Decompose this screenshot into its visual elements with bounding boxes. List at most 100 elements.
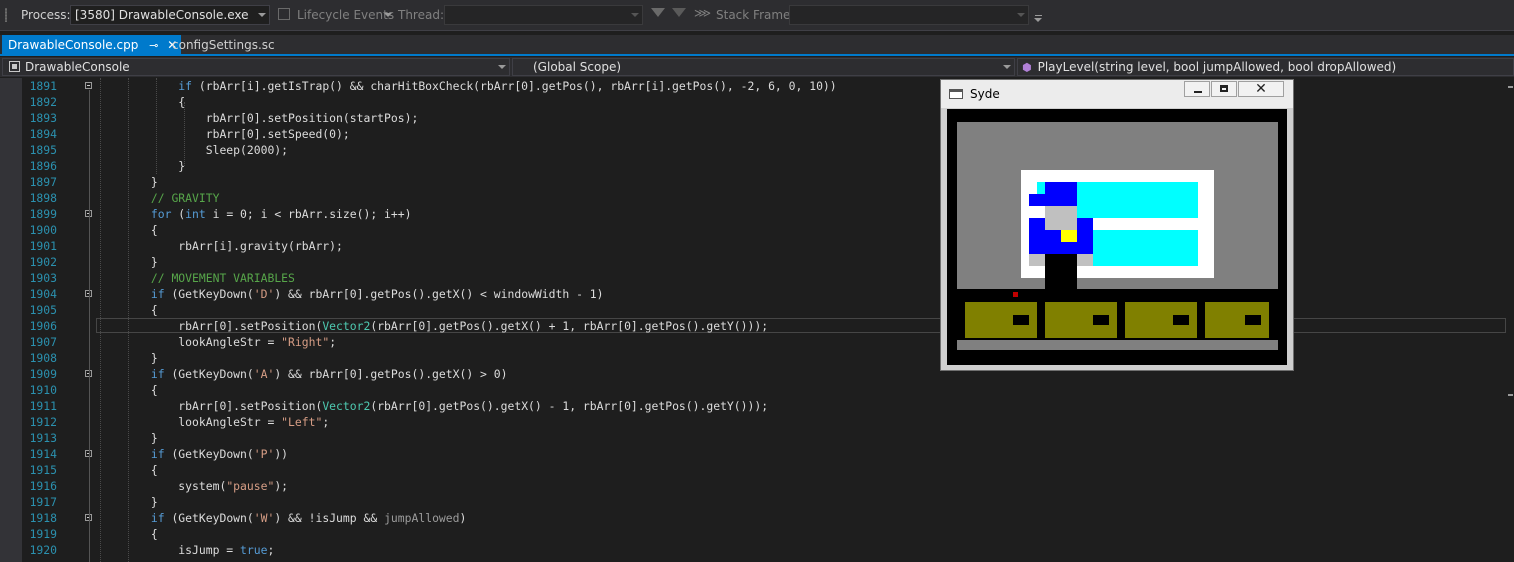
code-text: if (GetKeyDown('A') && rbArr[0].getPos()… [96,366,508,382]
code-text: } [96,254,158,270]
code-token: if [150,367,165,381]
code-text: system("pause"); [96,478,288,494]
code-token: } [96,159,186,173]
code-line[interactable]: 1916 system("pause"); [0,478,1506,494]
code-text: { [96,526,158,542]
indent-guide [100,78,101,562]
game-canvas[interactable] [947,109,1287,365]
project-dropdown[interactable]: DrawableConsole [2,58,510,76]
debug-toolbar: Process: [3580] DrawableConsole.exe Life… [0,0,1514,31]
code-token: } [96,175,158,189]
game-floor [957,340,1278,350]
code-token: { [96,223,158,237]
code-token: )) [274,447,289,461]
code-token: Vector2 [322,399,371,413]
code-line[interactable]: 1918 if (GetKeyDown('W') && !isJump && j… [0,510,1506,526]
code-token: 'W' [253,511,275,525]
indent-guide [128,78,129,562]
line-number: 1920 [29,543,57,557]
filter-icon[interactable] [651,8,665,17]
code-line[interactable]: 1912 lookAngleStr = "Left"; [0,414,1506,430]
project-value: DrawableConsole [25,60,130,74]
lifecycle-events-button[interactable]: Lifecycle Events [297,8,394,22]
code-line[interactable]: 1910 { [0,382,1506,398]
code-text: { [96,222,158,238]
line-number: 1914 [29,447,57,461]
line-number: 1894 [29,127,57,141]
tab-drawableconsole-cpp[interactable]: DrawableConsole.cpp ⊸ ✕ [2,35,182,56]
code-text: } [96,430,158,446]
line-number: 1918 [29,511,57,525]
project-icon [9,61,20,72]
toolbar-grip[interactable] [5,8,7,22]
process-dropdown[interactable]: [3580] DrawableConsole.exe [70,5,270,25]
thread-dropdown[interactable] [444,5,643,25]
code-line[interactable]: 1917 } [0,494,1506,510]
flag-threads-icon[interactable]: ⋙ [694,6,711,20]
code-line[interactable]: 1919 { [0,526,1506,542]
console-window[interactable]: Syde ✕ [940,79,1294,371]
close-button[interactable]: ✕ [1238,81,1284,97]
code-text: rbArr[0].setSpeed(0); [96,126,350,142]
code-text: } [96,350,158,366]
code-token: } [96,431,158,445]
maximize-button[interactable] [1211,81,1237,97]
code-text: rbArr[i].gravity(rbArr); [96,238,343,254]
code-text: { [96,462,158,478]
player-hat-highlight [1037,182,1045,194]
code-line[interactable]: 1911 rbArr[0].setPosition(Vector2(rbArr[… [0,398,1506,414]
chevron-down-icon[interactable] [384,13,392,17]
code-token: lookAngleStr = [96,415,282,429]
line-number: 1907 [29,335,57,349]
line-number: 1910 [29,383,57,397]
lifecycle-events-icon [278,8,290,20]
chevron-down-icon [258,13,266,17]
code-token: rbArr[0].setPosition( [96,319,323,333]
tab-accent-line [0,54,1514,56]
ground-block-hole [1173,315,1189,325]
line-number: 1912 [29,415,57,429]
code-line[interactable]: 1913 } [0,430,1506,446]
code-line[interactable]: 1915 { [0,462,1506,478]
code-token: { [96,383,158,397]
code-token: } [96,495,158,509]
code-text: { [96,382,158,398]
code-token: ; [329,335,337,349]
pin-icon[interactable]: ⊸ [149,36,158,56]
minimize-button[interactable] [1184,81,1210,97]
game-trap-marker [1013,292,1018,297]
game-sign-panel-top [1077,182,1198,218]
code-token: (GetKeyDown( [164,287,254,301]
collapse-region-icon[interactable] [85,82,92,89]
code-text: if (GetKeyDown('P')) [96,446,288,462]
code-line[interactable]: 1914 if (GetKeyDown('P')) [0,446,1506,462]
toolbar-overflow-chevron-icon[interactable] [1034,18,1042,22]
close-icon: ✕ [1255,81,1267,97]
stack-frame-dropdown[interactable] [789,5,1029,25]
console-title-bar[interactable]: Syde ✕ [941,80,1293,108]
navigation-bar: DrawableConsole (Global Scope) ⬢ PlayLeve… [0,57,1514,77]
player-hat-brim [1029,194,1045,206]
toolbar-overflow-icon[interactable] [1035,15,1042,16]
tab-label: configSettings.sc [172,38,275,52]
filter-thread-icon[interactable] [672,8,686,17]
code-token: "Right" [281,335,330,349]
member-dropdown[interactable]: ⬢ PlayLevel(string level, bool jumpAllowe… [1017,58,1514,76]
code-text: for (int i = 0; i < rbArr.size(); i++) [96,206,412,222]
tab-configsettings-sc[interactable]: configSettings.sc [166,35,281,55]
code-text: } [96,158,185,174]
code-token: rbArr[0].setSpeed(0); [96,127,350,141]
scope-dropdown[interactable]: (Global Scope) [512,58,1015,76]
code-token: jumpAllowed [384,511,460,525]
player-hand-left [1029,254,1045,266]
code-text: lookAngleStr = "Right"; [96,334,336,350]
code-line[interactable]: 1920 isJump = true; [0,542,1506,558]
code-text: if (GetKeyDown('D') && rbArr[0].getPos()… [96,286,604,302]
code-text: { [96,302,158,318]
code-token: "Left" [281,415,323,429]
line-number: 1916 [29,479,57,493]
vertical-scrollbar[interactable] [1506,78,1514,562]
chevron-down-icon [1003,65,1011,69]
code-text: // MOVEMENT VARIABLES [96,270,295,286]
